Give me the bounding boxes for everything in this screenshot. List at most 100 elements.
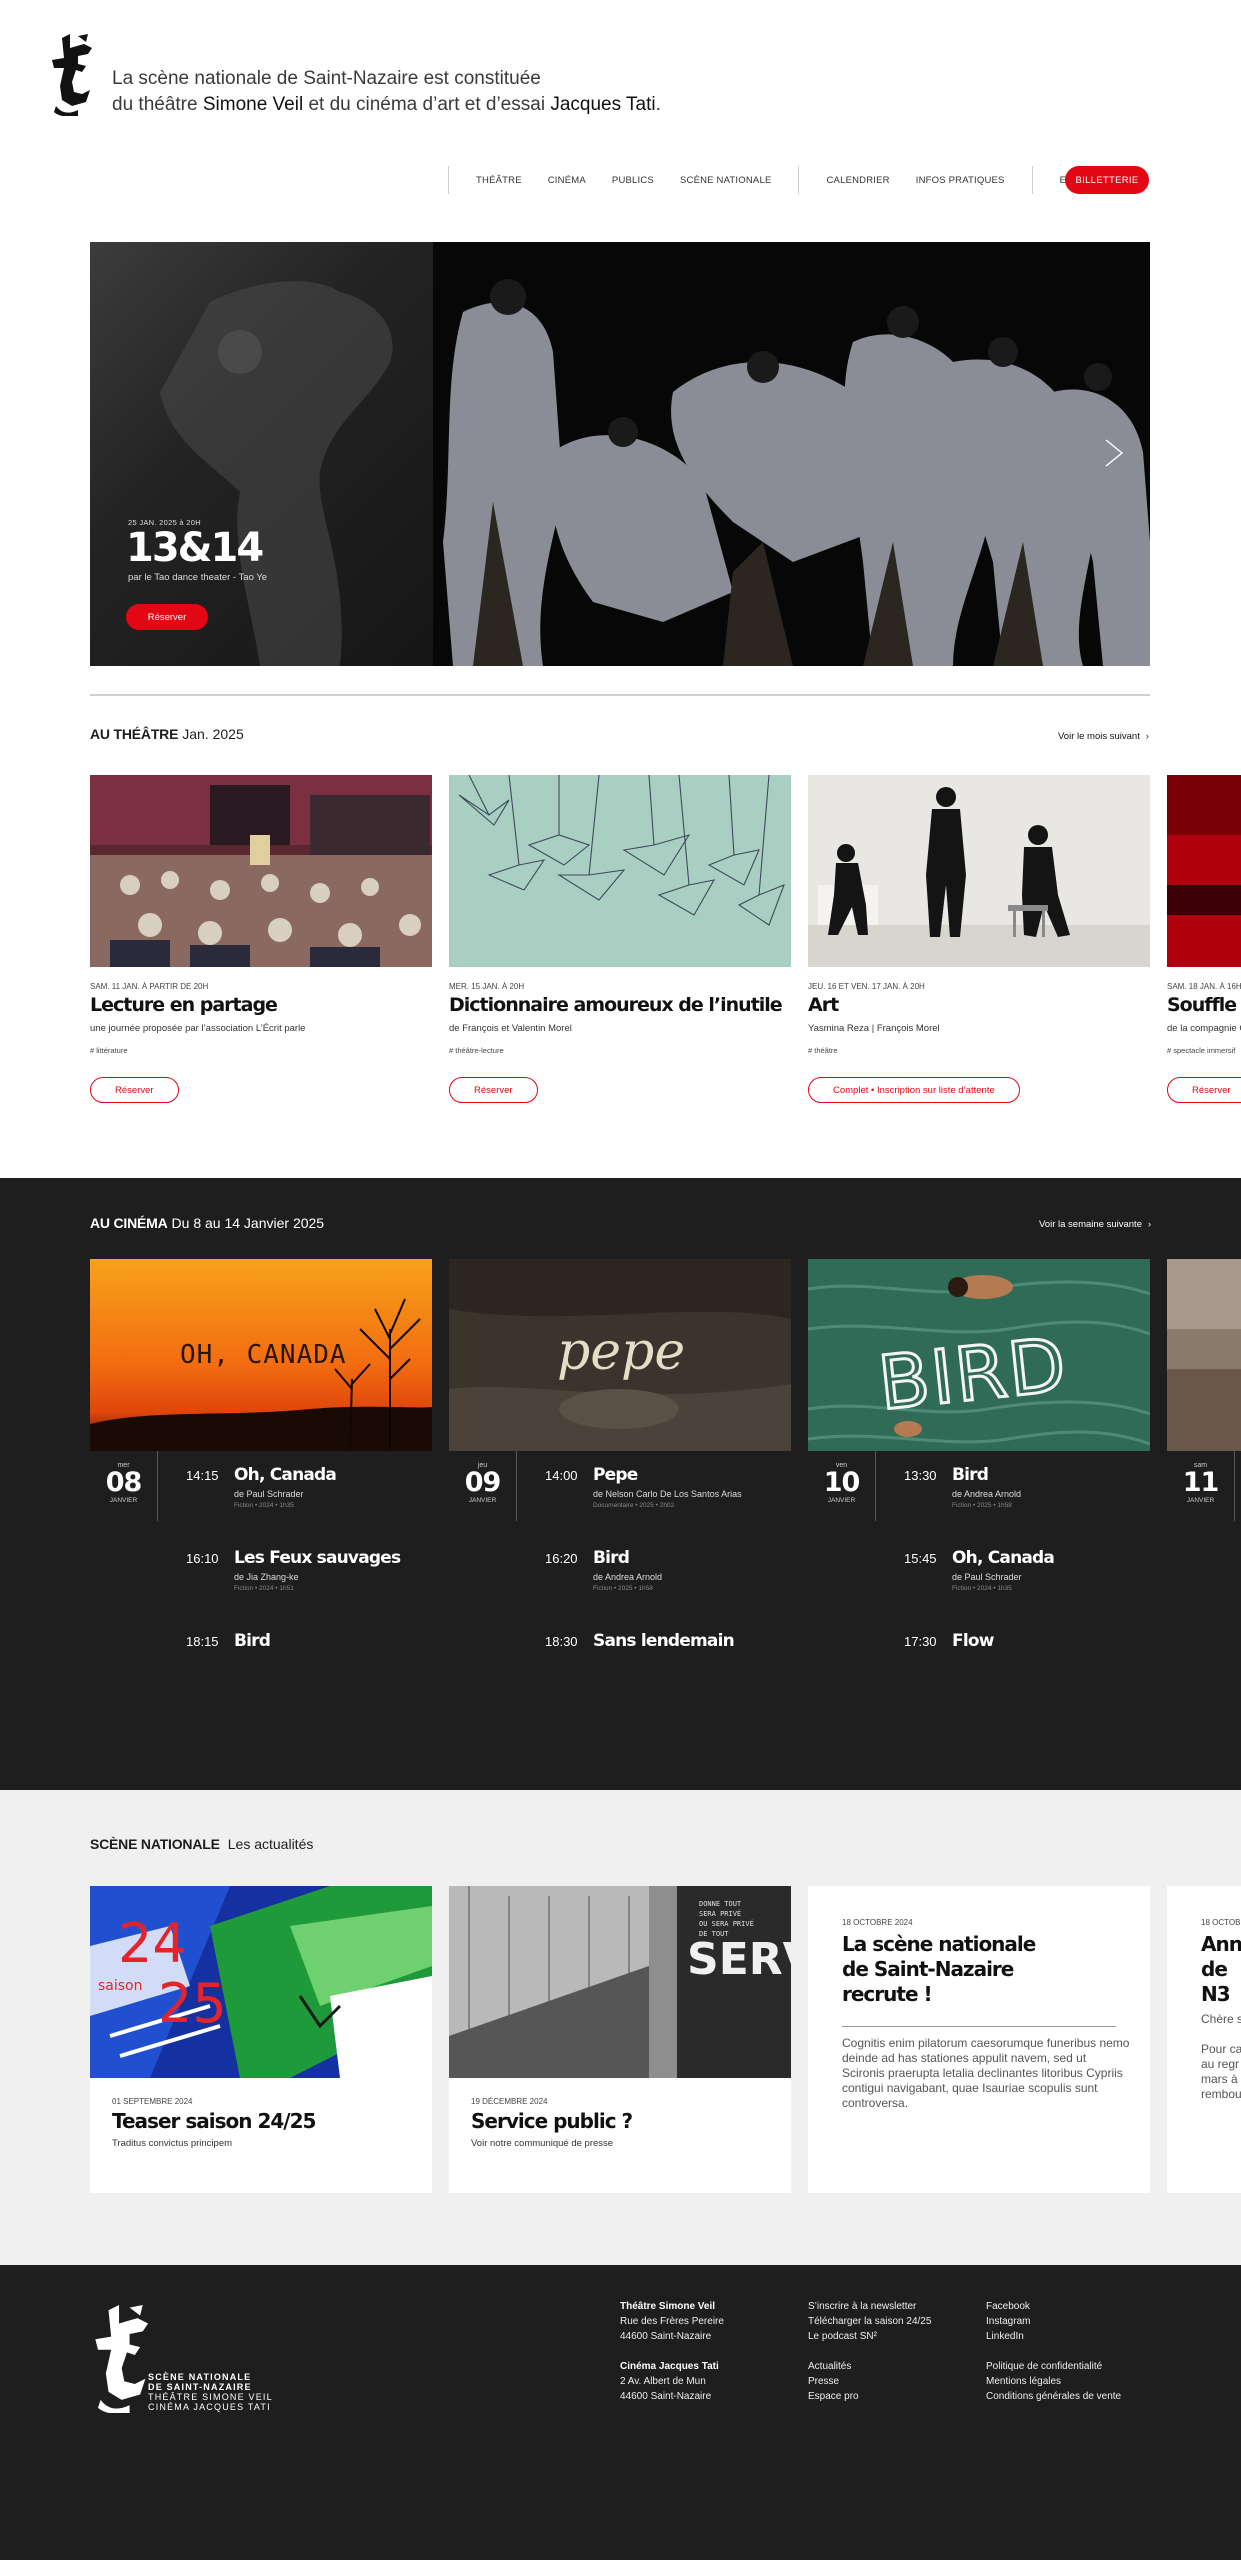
event-card[interactable]: SAM. 18 JAN. À 16H Souffle ! de la compa… [1167, 775, 1241, 1115]
event-tag[interactable]: # théâtre-lecture [449, 1046, 504, 1055]
nav-item-calendrier[interactable]: Calendrier [813, 175, 902, 186]
news-card[interactable]: 18 OCTOBRE Annu de N3 Chère s Pour ca au… [1167, 1886, 1241, 2193]
news-title-line: de Saint-Nazaire [842, 1957, 1014, 1981]
press-link[interactable]: Presse [808, 2374, 859, 2389]
event-title[interactable]: Lecture en partage [90, 994, 278, 1016]
event-title[interactable]: Art [808, 994, 839, 1016]
event-date: JEU. 16 ET VEN. 17 JAN. À 20H [808, 982, 925, 991]
news-excerpt: Chère s Pour ca au regr mars à rembou [1201, 2012, 1241, 2102]
next-month-link[interactable]: Voir le mois suivant › [1058, 731, 1149, 742]
billetterie-button[interactable]: Billetterie [1065, 166, 1149, 194]
screening-time: 13:30 [904, 1468, 937, 1483]
film-meta: Documentaire • 2025 • 2h02 [593, 1502, 675, 1509]
address-line: 44600 Saint-Nazaire [620, 2331, 712, 2342]
news-title[interactable]: La scène nationale de Saint-Nazaire recr… [842, 1932, 1036, 2007]
screening-time: 16:20 [545, 1551, 578, 1566]
news-image: SERV DONNE TOUT SERA PRIVÉ OU SERA PRIVÉ… [449, 1886, 791, 2078]
film-poster[interactable] [1167, 1259, 1241, 1451]
film-poster[interactable]: BIRD [808, 1259, 1150, 1451]
nav-item-infos-pratiques[interactable]: Infos pratiques [903, 175, 1018, 186]
news-title-line: de N3 [1201, 1957, 1231, 2006]
news-title[interactable]: Service public ? [471, 2109, 633, 2134]
film-title[interactable]: Les Feux sauvages [234, 1548, 401, 1568]
event-title[interactable]: Souffle ! [1167, 994, 1241, 1016]
film-poster[interactable]: OH, CANADA [90, 1259, 432, 1451]
linkedin-link[interactable]: LinkedIn [986, 2329, 1030, 2344]
news-title[interactable]: Teaser saison 24/25 [112, 2109, 316, 2134]
reserve-button[interactable]: Réserver [449, 1077, 538, 1103]
event-subtitle: de François et Valentin Morel [449, 1023, 572, 1034]
next-week-link[interactable]: Voir la semaine suivante › [1039, 1219, 1151, 1230]
event-date: SAM. 18 JAN. À 16H [1167, 982, 1241, 991]
instagram-link[interactable]: Instagram [986, 2314, 1030, 2329]
film-title[interactable]: Oh, Canada [952, 1548, 1055, 1568]
nav-group-info: Calendrier Infos pratiques [799, 175, 1031, 186]
day-badge: jeu 09 JANVIER [449, 1451, 517, 1521]
privacy-link[interactable]: Politique de confidentialité [986, 2359, 1121, 2374]
news-section-heading: Scène nationale Les actualités [90, 1836, 313, 1852]
newsletter-link[interactable]: S’inscrire à la newsletter [808, 2299, 931, 2314]
terms-link[interactable]: Conditions générales de vente [986, 2389, 1121, 2404]
hero-reserve-button[interactable]: Réserver [126, 604, 208, 630]
event-tag[interactable]: # théâtre [808, 1046, 838, 1055]
news-subtitle: Traditus convictus principem [112, 2138, 233, 2149]
hero-subtitle: par le Tao dance theater - Tao Ye [128, 572, 268, 583]
news-card[interactable]: 18 OCTOBRE 2024 La scène nationale de Sa… [808, 1886, 1150, 2193]
download-season-link[interactable]: Télécharger la saison 24/25 [808, 2314, 931, 2329]
reserve-button[interactable]: Réserver [1167, 1077, 1241, 1103]
footer-links-primary: S’inscrire à la newsletter Télécharger l… [808, 2299, 931, 2344]
reserve-button[interactable]: Réserver [90, 1077, 179, 1103]
tagline-line1: La scène nationale de Saint-Nazaire est … [112, 68, 541, 89]
footer-logo-icon[interactable] [90, 2305, 156, 2413]
screening-time: 16:10 [186, 1551, 219, 1566]
film-meta: Fiction • 2025 • 1h58 [593, 1585, 653, 1592]
poster-title-text: pepe [557, 1322, 685, 1382]
nav-item-publics[interactable]: Publics [599, 175, 667, 186]
chevron-right-icon[interactable] [1098, 438, 1128, 468]
legal-notice-link[interactable]: Mentions légales [986, 2374, 1121, 2389]
waitlist-button[interactable]: Complet • Inscription sur liste d’attent… [808, 1077, 1020, 1103]
day-month: JANVIER [827, 1497, 856, 1504]
event-card[interactable]: SAM. 11 JAN. À PARTIR DE 20H Lecture en … [90, 775, 432, 1103]
event-subtitle: de la compagnie C [1167, 1023, 1241, 1034]
film-title[interactable]: Bird [593, 1548, 630, 1568]
screening-time: 17:30 [904, 1634, 937, 1649]
event-title[interactable]: Dictionnaire amoureux de l’inutile [449, 994, 783, 1016]
facebook-link[interactable]: Facebook [986, 2299, 1030, 2314]
nav-group-main: Théâtre Cinéma Publics Scène nationale [449, 175, 798, 186]
event-subtitle: Yasmina Reza | François Morel [808, 1023, 940, 1034]
film-title[interactable]: Pepe [593, 1465, 638, 1485]
news-image: 24 25 saison [90, 1886, 432, 2078]
film-director: de Nelson Carlo De Los Santos Arias [593, 1489, 742, 1499]
event-date: MER. 15 JAN. À 20H [449, 982, 525, 991]
poster-year-text: 25 [158, 1972, 227, 2035]
event-image [808, 775, 1150, 967]
film-title[interactable]: Oh, Canada [234, 1465, 337, 1485]
nav-item-scene-nationale[interactable]: Scène nationale [667, 175, 785, 186]
hero-title[interactable]: 13&14 [126, 525, 264, 571]
film-poster[interactable]: pepe [449, 1259, 791, 1451]
event-subtitle: une journée proposée par l’association L… [90, 1023, 306, 1034]
news-divider [842, 2026, 1116, 2027]
news-title[interactable]: Annu de N3 [1201, 1932, 1241, 2007]
hero-slider[interactable]: 25 JAN. 2025 à 20H 13&14 par le Tao danc… [90, 242, 1150, 666]
event-card[interactable]: MER. 15 JAN. À 20H Dictionnaire amoureux… [449, 775, 791, 1103]
podcast-link[interactable]: Le podcast SN² [808, 2329, 931, 2344]
nav-item-cinema[interactable]: Cinéma [535, 175, 599, 186]
news-card[interactable]: SERV DONNE TOUT SERA PRIVÉ OU SERA PRIVÉ… [449, 1886, 791, 2193]
film-title[interactable]: Bird [952, 1465, 989, 1485]
film-meta: Fiction • 2024 • 1h51 [234, 1585, 294, 1592]
poster-title-text: SERV [687, 1934, 791, 1985]
news-card[interactable]: 24 25 saison 01 SEPTEMBRE 2024 Teaser sa… [90, 1886, 432, 2193]
heading-bold: Au théâtre [90, 726, 179, 742]
logo-icon[interactable] [48, 34, 98, 116]
nav-item-theatre[interactable]: Théâtre [463, 175, 535, 186]
dancer-silhouette-image [160, 281, 393, 666]
event-card[interactable]: JEU. 16 ET VEN. 17 JAN. À 20H Art Yasmin… [808, 775, 1150, 1103]
event-tag[interactable]: # littérature [90, 1046, 128, 1055]
event-tag[interactable]: # spectacle immersif [1167, 1046, 1235, 1055]
screening-time: 15:45 [904, 1551, 937, 1566]
news-link[interactable]: Actualités [808, 2359, 859, 2374]
heading-bold: Scène nationale [90, 1836, 220, 1852]
pro-space-link[interactable]: Espace pro [808, 2389, 859, 2404]
